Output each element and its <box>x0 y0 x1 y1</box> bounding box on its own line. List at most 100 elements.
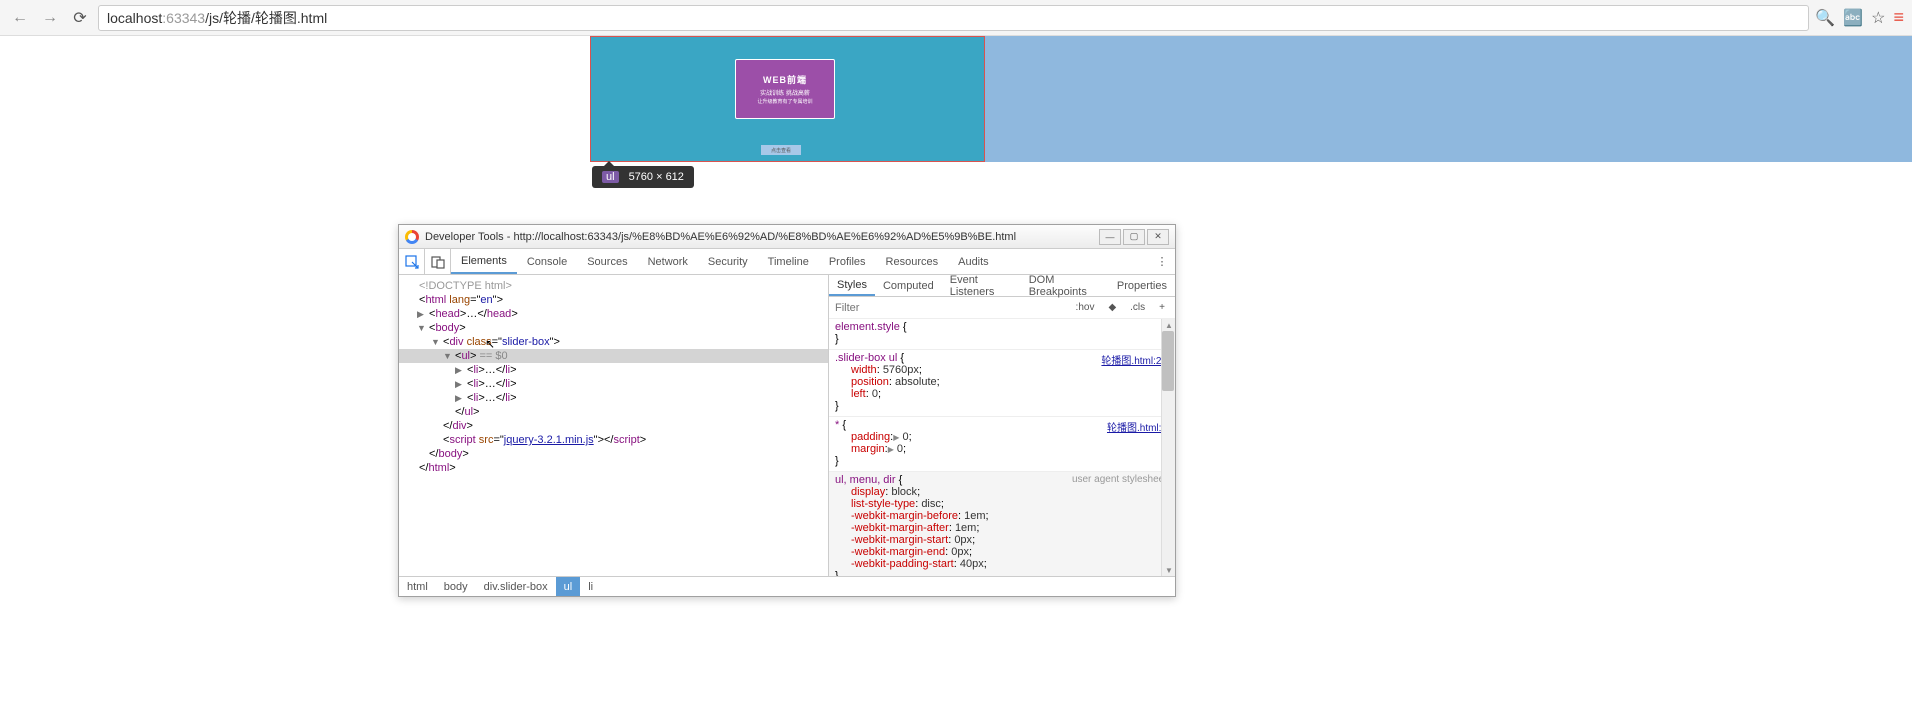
hov-button[interactable]: :hov <box>1072 302 1099 313</box>
tab-network[interactable]: Network <box>638 249 698 274</box>
styles-rules[interactable]: element.style {}轮播图.html:23.slider-box u… <box>829 319 1175 576</box>
device-toggle-button[interactable] <box>425 249 451 274</box>
cls-button[interactable]: .cls <box>1126 302 1149 313</box>
dom-head[interactable]: ▶<head>…</head> <box>399 307 828 321</box>
dom-ul-close[interactable]: </ul> <box>399 405 828 419</box>
crumb-ul[interactable]: ul <box>556 577 581 596</box>
dom-body-close[interactable]: </body> <box>399 447 828 461</box>
tab-sources[interactable]: Sources <box>577 249 637 274</box>
styles-tab-styles[interactable]: Styles <box>829 275 875 296</box>
styles-pane: Styles Computed Event Listeners DOM Brea… <box>829 275 1175 576</box>
promo-title: WEB前端 <box>763 73 807 86</box>
url-path: /js/轮播/轮播图.html <box>205 8 327 28</box>
rule-source[interactable]: 轮播图.html:23 <box>1101 352 1167 367</box>
reload-button[interactable]: ⟳ <box>68 6 92 30</box>
styles-tab-events[interactable]: Event Listeners <box>942 275 1021 296</box>
style-prop[interactable]: -webkit-margin-after: 1em; <box>835 522 1169 534</box>
styles-tab-computed[interactable]: Computed <box>875 275 942 296</box>
pin-icon[interactable]: ◆ <box>1104 302 1120 313</box>
add-rule-button[interactable]: + <box>1155 302 1169 313</box>
dom-div-close[interactable]: </div> <box>399 419 828 433</box>
style-prop[interactable]: -webkit-margin-start: 0px; <box>835 534 1169 546</box>
url-port: :63343 <box>162 10 205 26</box>
promo-button[interactable]: 点击查看 <box>761 145 801 155</box>
style-prop[interactable]: display: block; <box>835 486 1169 498</box>
styles-tabs: Styles Computed Event Listeners DOM Brea… <box>829 275 1175 297</box>
dom-html-open[interactable]: <html lang="en"> <box>399 293 828 307</box>
minimize-button[interactable]: — <box>1099 229 1121 245</box>
crumb-html[interactable]: html <box>399 577 436 596</box>
slider-box[interactable]: WEB前端 实战训练 挑战高薪 让升级教育有了专属培训 点击查看 <box>590 36 985 162</box>
dom-ul-selected[interactable]: ▼<ul> == $0 <box>399 349 828 363</box>
tab-console[interactable]: Console <box>517 249 577 274</box>
tooltip-size: 5760 × 612 <box>629 171 684 183</box>
tab-timeline[interactable]: Timeline <box>758 249 819 274</box>
dom-tree[interactable]: <!DOCTYPE html> <html lang="en"> ▶<head>… <box>399 275 829 576</box>
styles-filter-input[interactable] <box>835 302 1066 314</box>
scroll-down-icon[interactable]: ▼ <box>1162 564 1175 576</box>
promo-card: WEB前端 实战训练 挑战高薪 让升级教育有了专属培训 <box>735 59 835 119</box>
star-icon[interactable]: ☆ <box>1871 8 1885 28</box>
style-rule[interactable]: element.style {} <box>829 319 1175 350</box>
dom-li-1[interactable]: ▶<li>…</li> <box>399 363 828 377</box>
maximize-button[interactable]: ▢ <box>1123 229 1145 245</box>
promo-sub2: 让升级教育有了专属培训 <box>757 98 812 105</box>
dom-li-2[interactable]: ▶<li>…</li> <box>399 377 828 391</box>
styles-tab-props[interactable]: Properties <box>1109 275 1175 296</box>
rule-source[interactable]: 轮播图.html:8 <box>1107 419 1167 434</box>
menu-icon[interactable]: ≡ <box>1893 7 1904 28</box>
style-prop[interactable]: position: absolute; <box>835 376 1169 388</box>
back-button[interactable]: ← <box>8 6 32 30</box>
toolbar-right: 🔍 🔤 ☆ ≡ <box>1815 7 1904 28</box>
tabs-more-icon[interactable]: ⋮ <box>1149 249 1175 274</box>
dom-li-3[interactable]: ▶<li>…</li> <box>399 391 828 405</box>
rule-selector[interactable]: element.style { <box>835 321 1169 333</box>
dimension-tooltip: ul 5760 × 612 <box>592 166 694 188</box>
dom-body-open[interactable]: ▼<body> <box>399 321 828 335</box>
devtools-titlebar[interactable]: Developer Tools - http://localhost:63343… <box>399 225 1175 249</box>
style-rule[interactable]: user agent stylesheetul, menu, dir {disp… <box>829 472 1175 576</box>
forward-button[interactable]: → <box>38 6 62 30</box>
devtools-title: Developer Tools - http://localhost:63343… <box>425 231 1093 243</box>
url-host: localhost <box>107 10 162 26</box>
window-buttons: — ▢ ✕ <box>1099 229 1169 245</box>
tab-resources[interactable]: Resources <box>876 249 949 274</box>
rule-close: } <box>835 570 1169 576</box>
style-rule[interactable]: 轮播图.html:8* {padding:▶ 0;margin:▶ 0;} <box>829 417 1175 472</box>
style-prop[interactable]: list-style-type: disc; <box>835 498 1169 510</box>
crumb-div[interactable]: div.slider-box <box>476 577 556 596</box>
tab-profiles[interactable]: Profiles <box>819 249 876 274</box>
tab-elements[interactable]: Elements <box>451 249 517 274</box>
devtools-body: <!DOCTYPE html> <html lang="en"> ▶<head>… <box>399 275 1175 576</box>
scrollbar[interactable]: ▲ ▼ <box>1161 319 1175 576</box>
style-rule[interactable]: 轮播图.html:23.slider-box ul {width: 5760px… <box>829 350 1175 417</box>
dom-script[interactable]: <script src="jquery-3.2.1.min.js"></scri… <box>399 433 828 447</box>
rule-close: } <box>835 333 1169 345</box>
crumb-li[interactable]: li <box>580 577 601 596</box>
dom-doctype[interactable]: <!DOCTYPE html> <box>399 279 828 293</box>
rule-source: user agent stylesheet <box>1072 474 1167 485</box>
tab-security[interactable]: Security <box>698 249 758 274</box>
scroll-up-icon[interactable]: ▲ <box>1162 319 1175 331</box>
translate-icon[interactable]: 🔤 <box>1843 8 1863 28</box>
chrome-icon <box>405 230 419 244</box>
styles-tab-dom[interactable]: DOM Breakpoints <box>1021 275 1109 296</box>
crumb-body[interactable]: body <box>436 577 476 596</box>
tab-audits[interactable]: Audits <box>948 249 999 274</box>
promo-sub1: 实战训练 挑战高薪 <box>760 88 810 97</box>
style-prop[interactable]: -webkit-padding-start: 40px; <box>835 558 1169 570</box>
style-prop[interactable]: left: 0; <box>835 388 1169 400</box>
style-prop[interactable]: margin:▶ 0; <box>835 443 1169 455</box>
slider-overflow: WEB前端 实战训练 挑战高薪 让升级教育有了专属培训 点击查看 <box>590 36 1912 162</box>
search-icon[interactable]: 🔍 <box>1815 8 1835 28</box>
address-bar[interactable]: localhost:63343/js/轮播/轮播图.html <box>98 5 1809 31</box>
inspect-button[interactable] <box>399 249 425 274</box>
close-button[interactable]: ✕ <box>1147 229 1169 245</box>
scrollbar-thumb[interactable] <box>1162 331 1174 391</box>
devtools-tabs: Elements Console Sources Network Securit… <box>399 249 1175 275</box>
dom-div[interactable]: ▼<div class="slider-box"> <box>399 335 828 349</box>
style-prop[interactable]: -webkit-margin-before: 1em; <box>835 510 1169 522</box>
rule-close: } <box>835 455 1169 467</box>
dom-html-close[interactable]: </html> <box>399 461 828 475</box>
style-prop[interactable]: -webkit-margin-end: 0px; <box>835 546 1169 558</box>
